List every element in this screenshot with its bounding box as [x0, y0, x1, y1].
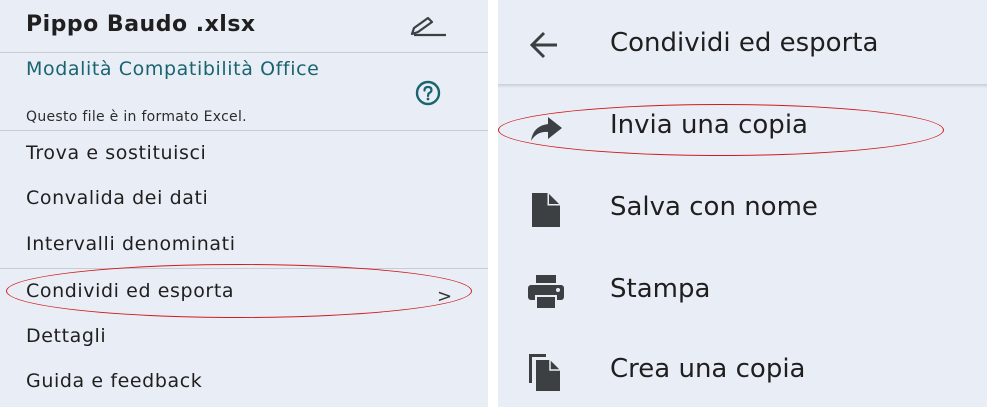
menu-item-details[interactable]: Dettagli [26, 325, 106, 347]
divider [0, 52, 488, 53]
print-label: Stampa [610, 274, 711, 304]
overflow-menu-panel: Pippo Baudo .xlsx Modalità Compatibilità… [0, 0, 488, 407]
file-title-row: Pippo Baudo .xlsx [0, 0, 488, 52]
menu-item-make-copy[interactable]: Crea una copia [498, 332, 987, 407]
share-export-header: Condividi ed esporta [498, 0, 987, 88]
share-export-panel: Condividi ed esporta Invia una copia Sal… [498, 0, 987, 407]
menu-item-help-feedback[interactable]: Guida e feedback [26, 370, 202, 392]
arrow-back-icon[interactable] [528, 30, 560, 60]
divider [0, 130, 488, 131]
menu-item-named-ranges[interactable]: Intervalli denominati [26, 233, 236, 255]
file-icon [526, 190, 566, 230]
header-title: Condividi ed esporta [610, 28, 879, 58]
printer-icon [526, 272, 566, 312]
edit-pen-icon[interactable] [408, 14, 448, 38]
highlight-oval [498, 104, 944, 156]
save-as-label: Salva con nome [610, 192, 818, 222]
menu-item-print[interactable]: Stampa [498, 252, 987, 332]
menu-item-save-as[interactable]: Salva con nome [498, 170, 987, 250]
menu-item-find-replace[interactable]: Trova e sostituisci [26, 142, 206, 164]
compatibility-mode-subtitle: Questo file è in formato Excel. [26, 109, 247, 125]
compatibility-mode-title: Modalità Compatibilità Office [26, 58, 320, 80]
make-copy-label: Crea una copia [610, 354, 806, 384]
file-title: Pippo Baudo .xlsx [26, 12, 256, 37]
highlight-oval [6, 264, 472, 318]
copy-icon [526, 352, 566, 392]
help-circle-icon[interactable] [412, 80, 444, 106]
menu-item-data-validation[interactable]: Convalida dei dati [26, 187, 208, 209]
